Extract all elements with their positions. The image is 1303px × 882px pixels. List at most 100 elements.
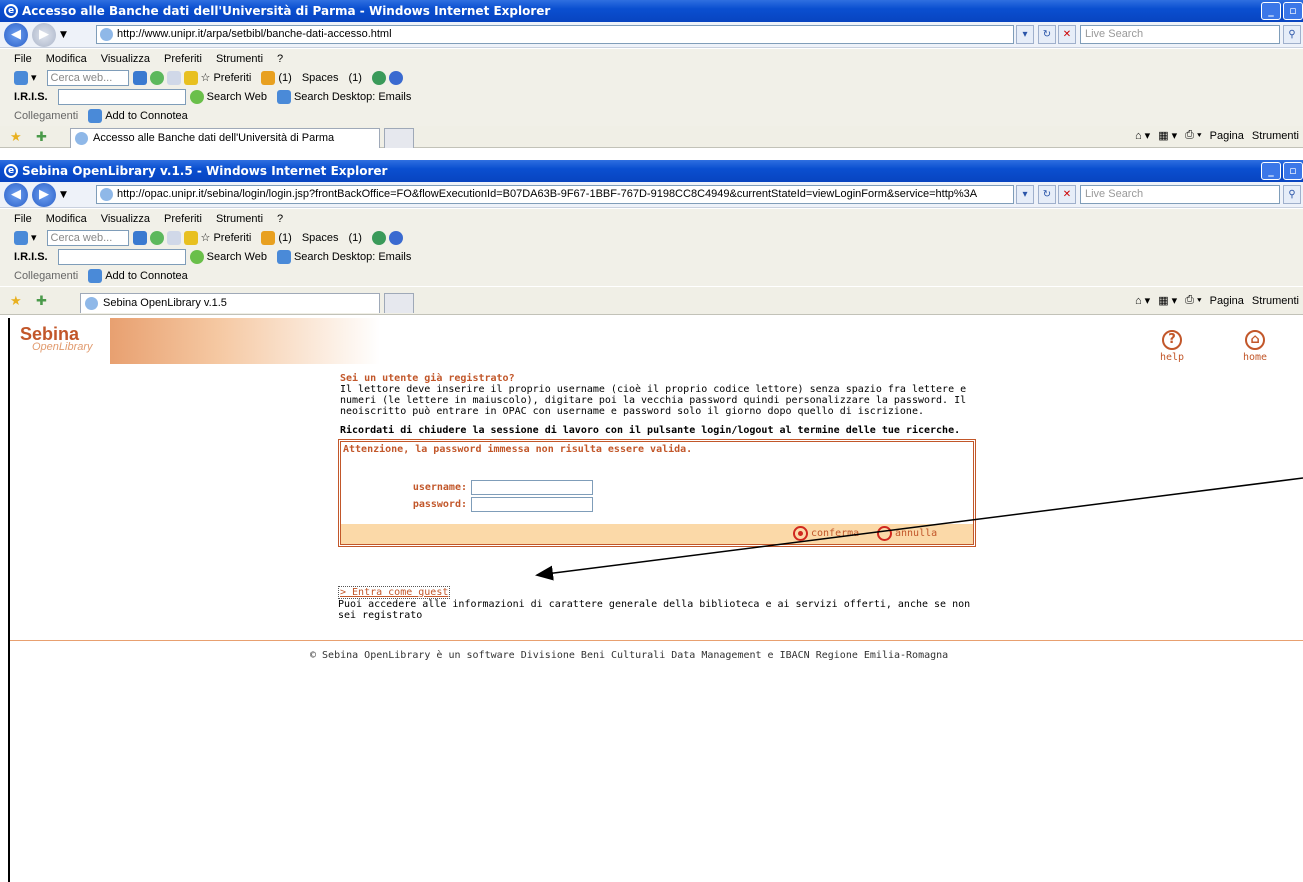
pencil-icon[interactable] — [261, 230, 276, 245]
menu-modifica[interactable]: Modifica — [46, 213, 87, 225]
menu-file[interactable]: File — [14, 53, 32, 65]
add-favorites-icon[interactable]: ✚ — [36, 293, 47, 309]
home-button[interactable]: ⌂ home — [1235, 330, 1275, 363]
search-icon[interactable]: ⚲ — [1283, 185, 1301, 204]
favorites-star-icon[interactable]: ★ — [10, 129, 22, 145]
add-connotea-link[interactable]: Add to Connotea — [105, 110, 188, 122]
tab-page-icon — [85, 297, 98, 310]
ie-page-icon — [88, 269, 103, 283]
search-desktop-button[interactable]: Search Desktop: Emails — [294, 91, 411, 103]
toolbar-mail-count[interactable]: (1) — [278, 232, 291, 244]
menu-help[interactable]: ? — [277, 53, 283, 65]
toolbar-spaces[interactable]: Spaces — [302, 72, 339, 84]
confirm-button[interactable]: conferma — [793, 526, 859, 541]
menu-preferiti[interactable]: Preferiti — [164, 53, 202, 65]
stop-icon[interactable]: ✕ — [1058, 25, 1076, 44]
toolbar-contacts-count[interactable]: (1) — [349, 232, 362, 244]
new-tab-button[interactable] — [384, 128, 414, 148]
front-live-search[interactable]: Live Search — [1080, 185, 1280, 204]
search-web-button[interactable]: Search Web — [207, 91, 267, 103]
highlight-icon[interactable] — [183, 70, 198, 85]
back-icon[interactable]: ◀ — [4, 22, 28, 47]
password-field[interactable] — [471, 497, 593, 512]
help-circle-icon[interactable] — [388, 230, 403, 245]
favorites-star-icon[interactable]: ★ — [10, 293, 22, 309]
search-web-button[interactable]: Search Web — [207, 251, 267, 263]
address-dropdown-icon[interactable]: ▾ — [1016, 185, 1034, 204]
help-circle-icon[interactable] — [388, 70, 403, 85]
toolbar-favorites[interactable]: ☆ Preferiti — [201, 71, 252, 84]
iris-select[interactable] — [57, 248, 186, 265]
messenger-icon[interactable] — [371, 70, 386, 85]
back-icon[interactable]: ◀ — [4, 182, 28, 207]
search-desktop-button[interactable]: Search Desktop: Emails — [294, 251, 411, 263]
menu-visualizza[interactable]: Visualizza — [101, 53, 150, 65]
highlight-icon[interactable] — [183, 230, 198, 245]
home-tool-icon[interactable]: ⌂ ▾ — [1135, 294, 1150, 307]
print-icon[interactable]: ⎙ ▾ — [1185, 129, 1201, 142]
home-tool-icon[interactable]: ⌂ ▾ — [1135, 129, 1150, 142]
toolbar-favorites[interactable]: ☆ Preferiti — [201, 231, 252, 244]
back-live-search[interactable]: Live Search — [1080, 25, 1280, 44]
forward-icon[interactable]: ▶ — [32, 182, 56, 207]
toolbar-contacts-count[interactable]: (1) — [349, 72, 362, 84]
toolbar-mail-count[interactable]: (1) — [278, 72, 291, 84]
menu-help[interactable]: ? — [277, 213, 283, 225]
search-go-icon[interactable] — [132, 230, 147, 245]
back-window-title-bar[interactable]: e Accesso alle Banche dati dell'Universi… — [0, 0, 1303, 22]
address-dropdown-icon[interactable]: ▾ — [1016, 25, 1034, 44]
help-button[interactable]: ? help — [1152, 330, 1192, 363]
add-connotea-link[interactable]: Add to Connotea — [105, 270, 188, 282]
mail-icon[interactable] — [166, 70, 181, 85]
messenger-icon[interactable] — [371, 230, 386, 245]
toolbar-logo-icon[interactable] — [14, 70, 28, 85]
history-dropdown-icon[interactable]: ▼ — [60, 190, 67, 200]
menu-preferiti[interactable]: Preferiti — [164, 213, 202, 225]
menu-visualizza[interactable]: Visualizza — [101, 213, 150, 225]
add-icon[interactable] — [149, 230, 164, 245]
iris-select[interactable] — [57, 88, 186, 105]
front-window-title-bar[interactable]: e Sebina OpenLibrary v.1.5 - Windows Int… — [0, 160, 1303, 182]
iris-button[interactable]: I.R.I.S. — [14, 91, 48, 103]
menu-strumenti[interactable]: Strumenti — [216, 213, 263, 225]
menu-modifica[interactable]: Modifica — [46, 53, 87, 65]
print-icon[interactable]: ⎙ ▾ — [1185, 294, 1201, 307]
menu-strumenti[interactable]: Strumenti — [216, 53, 263, 65]
menu-file[interactable]: File — [14, 213, 32, 225]
minimize-button[interactable]: _ — [1261, 2, 1281, 20]
front-toolbar-search-input[interactable]: Cerca web... — [46, 229, 129, 246]
page-menu[interactable]: Pagina — [1210, 130, 1244, 142]
refresh-icon[interactable]: ↻ — [1038, 25, 1056, 44]
mail-icon[interactable] — [166, 230, 181, 245]
guest-login-link[interactable]: > Entra come guest — [338, 586, 451, 599]
tools-menu[interactable]: Strumenti — [1252, 130, 1299, 142]
cancel-button[interactable]: annulla — [877, 526, 937, 541]
page-menu[interactable]: Pagina — [1210, 295, 1244, 307]
sebina-logo[interactable]: Sebina OpenLibrary — [20, 324, 93, 353]
refresh-icon[interactable]: ↻ — [1038, 185, 1056, 204]
tools-menu[interactable]: Strumenti — [1252, 295, 1299, 307]
stop-icon[interactable]: ✕ — [1058, 185, 1076, 204]
toolbar-logo-icon[interactable] — [14, 230, 28, 245]
history-dropdown-icon[interactable]: ▼ — [60, 30, 67, 40]
pencil-icon[interactable] — [261, 70, 276, 85]
back-address-bar[interactable]: http://www.unipr.it/arpa/setbibl/banche-… — [96, 25, 1014, 44]
front-address-bar[interactable]: http://opac.unipr.it/sebina/login/login.… — [96, 185, 1014, 204]
maximize-button[interactable]: ▫ — [1283, 162, 1303, 180]
back-toolbar-search-input[interactable]: Cerca web... — [46, 69, 129, 86]
back-tab[interactable]: Accesso alle Banche dati dell'Università… — [70, 128, 380, 148]
new-tab-button[interactable] — [384, 293, 414, 313]
add-favorites-icon[interactable]: ✚ — [36, 129, 47, 145]
minimize-button[interactable]: _ — [1261, 162, 1281, 180]
forward-icon[interactable]: ▶ — [32, 22, 56, 47]
feeds-icon[interactable]: ▦ ▾ — [1158, 129, 1177, 142]
search-icon[interactable]: ⚲ — [1283, 25, 1301, 44]
iris-button[interactable]: I.R.I.S. — [14, 251, 48, 263]
maximize-button[interactable]: ▫ — [1283, 2, 1303, 20]
feeds-icon[interactable]: ▦ ▾ — [1158, 294, 1177, 307]
username-field[interactable] — [471, 480, 593, 495]
add-icon[interactable] — [149, 70, 164, 85]
toolbar-spaces[interactable]: Spaces — [302, 232, 339, 244]
front-tab[interactable]: Sebina OpenLibrary v.1.5 — [80, 293, 380, 313]
search-go-icon[interactable] — [132, 70, 147, 85]
